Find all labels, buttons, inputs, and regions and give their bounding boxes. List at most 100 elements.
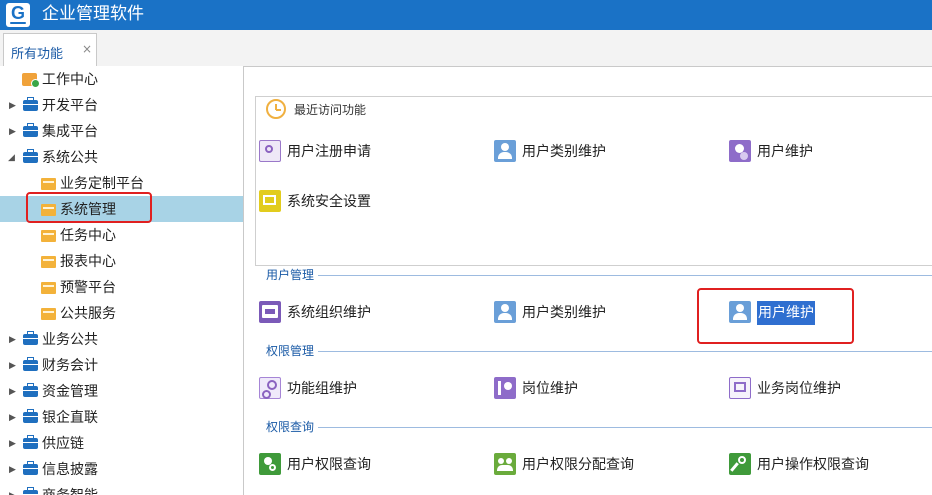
collapse-arrow-icon[interactable]: ◢ <box>8 146 18 170</box>
callout-box-system-management <box>26 192 152 223</box>
sidebar-item-label: 公共服务 <box>60 306 116 322</box>
function-label: 用户注册申请 <box>287 144 371 160</box>
briefcase-icon <box>23 409 38 423</box>
user-category-icon <box>494 140 516 162</box>
expand-arrow-icon[interactable]: ▶ <box>9 380 19 404</box>
sidebar-item-fund-management[interactable]: ▶ 资金管理 <box>0 380 240 404</box>
expand-arrow-icon[interactable]: ▶ <box>9 354 19 378</box>
clock-icon <box>266 99 286 119</box>
sidebar-item-bank-direct[interactable]: ▶ 银企直联 <box>0 406 240 430</box>
sidebar-item-label: 报表中心 <box>60 254 116 270</box>
close-icon[interactable]: × <box>82 42 92 56</box>
section-divider <box>266 351 932 352</box>
function-label: 用户类别维护 <box>522 305 606 321</box>
tab-all-functions[interactable]: 所有功能 × <box>3 33 97 67</box>
user-maintain-icon <box>729 140 751 162</box>
sidebar-item-label: 商务智能 <box>42 484 98 495</box>
tab-label: 所有功能 <box>11 47 64 62</box>
sidebar-item-work-center[interactable]: 工作中心 <box>0 68 240 92</box>
tab-strip: 所有功能 × <box>0 30 932 67</box>
operation-permission-query-icon <box>729 453 751 475</box>
sidebar-item-business-public[interactable]: ▶ 业务公共 <box>0 328 240 352</box>
function-label: 功能组维护 <box>287 381 357 397</box>
section-divider <box>266 275 932 276</box>
security-settings-icon <box>259 190 281 212</box>
function-label: 用户权限分配查询 <box>522 457 634 473</box>
function-label: 用户操作权限查询 <box>757 457 869 473</box>
section-title-permission-query: 权限查询 <box>266 419 319 435</box>
post-maintain-icon <box>494 377 516 399</box>
sidebar-item-alert-platform[interactable]: 预警平台 <box>0 276 240 300</box>
callout-box-user-maintain <box>697 288 854 344</box>
briefcase-icon <box>23 149 38 163</box>
sidebar-item-label: 供应链 <box>42 436 84 452</box>
sidebar-item-info-disclosure[interactable]: ▶ 信息披露 <box>0 458 240 482</box>
sidebar-item-report-center[interactable]: 报表中心 <box>0 250 240 274</box>
briefcase-icon <box>23 383 38 397</box>
briefcase-icon <box>23 487 38 495</box>
sidebar-item-label: 系统公共 <box>42 150 98 166</box>
sidebar-item-supply-chain[interactable]: ▶ 供应链 <box>0 432 240 456</box>
sidebar-item-label: 开发平台 <box>42 98 98 114</box>
sidebar-item-label: 信息披露 <box>42 462 98 478</box>
folder-icon <box>41 256 56 268</box>
sidebar-item-task-center[interactable]: 任务中心 <box>0 224 240 248</box>
briefcase-icon <box>23 331 38 345</box>
sidebar-item-financial-accounting[interactable]: ▶ 财务会计 <box>0 354 240 378</box>
sidebar-item-label: 资金管理 <box>42 384 98 400</box>
function-label: 用户维护 <box>757 144 813 160</box>
logo-letter: G <box>10 3 25 23</box>
function-label: 业务岗位维护 <box>757 381 841 397</box>
logo-underline <box>10 22 26 24</box>
recent-functions-title: 最近访问功能 <box>290 99 371 121</box>
workcenter-icon <box>22 73 40 88</box>
expand-arrow-icon[interactable]: ▶ <box>9 458 19 482</box>
sidebar-item-label: 任务中心 <box>60 228 116 244</box>
main-content: 最近访问功能 用户注册申请 用户类别维护 用户维护 系统安全设置 用户管理 系统… <box>244 66 932 495</box>
user-register-icon <box>259 140 281 162</box>
sidebar-item-label: 业务公共 <box>42 332 98 348</box>
section-title-user-management: 用户管理 <box>266 267 319 283</box>
briefcase-icon <box>23 461 38 475</box>
expand-arrow-icon[interactable]: ▶ <box>9 432 19 456</box>
sidebar-item-label: 工作中心 <box>42 72 98 88</box>
user-permission-query-icon <box>259 453 281 475</box>
expand-arrow-icon[interactable]: ▶ <box>9 328 19 352</box>
sidebar-tree: 工作中心 ▶ 开发平台 ▶ 集成平台 ◢ 系统公共 业务定制平台 系统管理 任务… <box>0 66 244 495</box>
expand-arrow-icon[interactable]: ▶ <box>9 406 19 430</box>
section-title-permission-management: 权限管理 <box>266 343 319 359</box>
section-divider <box>266 427 932 428</box>
function-label: 岗位维护 <box>522 381 578 397</box>
briefcase-icon <box>23 123 38 137</box>
folder-icon <box>41 282 56 294</box>
briefcase-icon <box>23 357 38 371</box>
sidebar-item-business-intelligence[interactable]: ▶ 商务智能 <box>0 484 240 495</box>
sidebar-item-integration-platform[interactable]: ▶ 集成平台 <box>0 120 240 144</box>
sidebar-item-label: 预警平台 <box>60 280 116 296</box>
expand-arrow-icon[interactable]: ▶ <box>9 484 19 495</box>
sidebar-item-public-service[interactable]: 公共服务 <box>0 302 240 326</box>
folder-icon <box>41 230 56 242</box>
sidebar-item-dev-platform[interactable]: ▶ 开发平台 <box>0 94 240 118</box>
title-bar: G 企业管理软件 <box>0 0 932 30</box>
briefcase-icon <box>23 435 38 449</box>
sidebar-item-system-public[interactable]: ◢ 系统公共 <box>0 146 240 170</box>
expand-arrow-icon[interactable]: ▶ <box>9 120 19 144</box>
org-maintain-icon <box>259 301 281 323</box>
folder-icon <box>41 178 56 190</box>
sidebar-item-label: 集成平台 <box>42 124 98 140</box>
app-logo-icon: G <box>6 3 30 27</box>
business-post-icon <box>729 377 751 399</box>
expand-arrow-icon[interactable]: ▶ <box>9 94 19 118</box>
recent-functions-panel <box>255 96 932 266</box>
briefcase-icon <box>23 97 38 111</box>
sidebar-item-label: 财务会计 <box>42 358 98 374</box>
function-label: 系统安全设置 <box>287 194 371 210</box>
function-label: 用户权限查询 <box>287 457 371 473</box>
function-label: 用户类别维护 <box>522 144 606 160</box>
function-label: 系统组织维护 <box>287 305 371 321</box>
app-title: 企业管理软件 <box>42 4 144 24</box>
user-category-icon <box>494 301 516 323</box>
folder-icon <box>41 308 56 320</box>
function-group-icon <box>259 377 281 399</box>
